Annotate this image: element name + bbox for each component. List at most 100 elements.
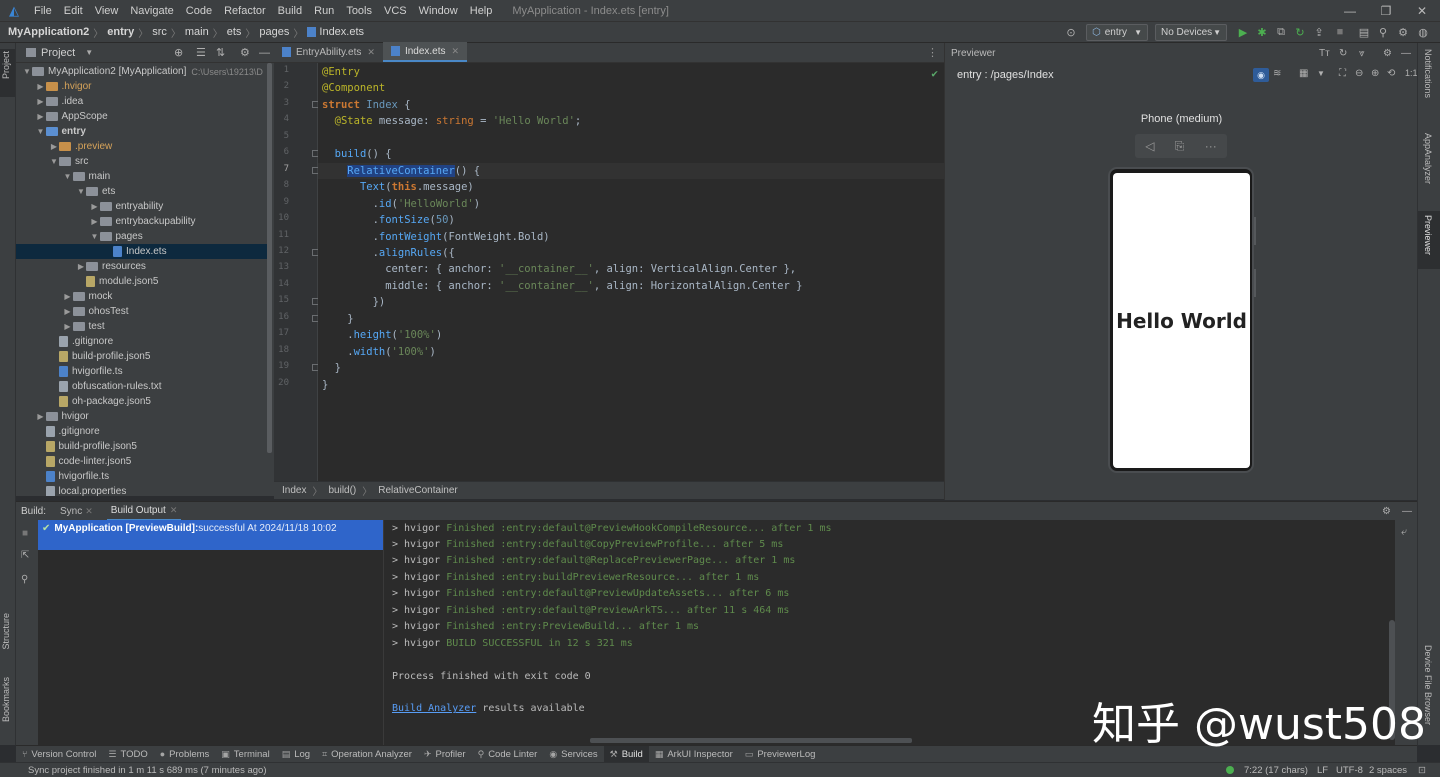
stop-build-icon[interactable]: ■: [22, 528, 28, 539]
phone-screen[interactable]: Hello World: [1113, 173, 1250, 468]
breadcrumb-pages[interactable]: pages: [259, 26, 289, 38]
stop-icon[interactable]: ■: [1331, 24, 1349, 40]
build-analyzer-link[interactable]: Build Analyzer: [392, 703, 476, 714]
tab-entryability[interactable]: EntryAbility.ets ✕: [274, 42, 383, 62]
tree-folder[interactable]: ▶ test: [16, 319, 272, 334]
account-icon[interactable]: ◍: [1414, 24, 1432, 40]
code-line[interactable]: . height('100%'): [322, 327, 442, 343]
chevron-right-icon[interactable]: ▶: [49, 142, 59, 151]
code-line[interactable]: RelativeContainer() {: [318, 162, 944, 179]
breadcrumb-main[interactable]: main: [185, 26, 209, 38]
close-tab-icon[interactable]: ✕: [367, 47, 375, 58]
tool-log[interactable]: ▤ Log: [276, 746, 316, 763]
tree-folder[interactable]: ▶ entryability: [16, 199, 272, 214]
breadcrumb-file[interactable]: Index.ets: [319, 26, 364, 38]
filter-icon[interactable]: ⩔: [1359, 48, 1365, 59]
zoom-in-icon[interactable]: ⊕: [1371, 68, 1379, 79]
tree-file[interactable]: obfuscation-rules.txt: [16, 379, 272, 394]
chevron-right-icon[interactable]: ▶: [36, 412, 46, 421]
chevron-down-icon[interactable]: ▼: [76, 187, 86, 196]
tab-index[interactable]: Index.ets ✕: [382, 42, 468, 62]
menu-view[interactable]: View: [89, 5, 125, 17]
code-line[interactable]: @Component: [322, 80, 385, 96]
maximize-icon[interactable]: ❐: [1368, 0, 1404, 22]
code-line[interactable]: Text(this .message): [322, 179, 474, 195]
breadcrumb-src[interactable]: src: [152, 26, 167, 38]
code-line[interactable]: }): [322, 294, 386, 310]
file-encoding[interactable]: UTF-8: [1336, 765, 1363, 776]
project-tool-button[interactable]: Project: [1, 51, 11, 79]
code-line[interactable]: build() {: [322, 146, 392, 162]
run-config-select[interactable]: ⬡ entry ▼: [1086, 24, 1148, 41]
text-size-icon[interactable]: Tт: [1319, 48, 1330, 59]
attach-debugger-icon[interactable]: ⧉: [1272, 24, 1290, 40]
search-icon[interactable]: ⚲: [1374, 24, 1392, 40]
tree-file[interactable]: build-profile.json5: [16, 349, 272, 364]
lock-icon[interactable]: ⊡: [1418, 765, 1426, 776]
tab-sync[interactable]: Sync: [60, 506, 82, 517]
bookmarks-tool-button[interactable]: Bookmarks: [1, 677, 11, 722]
tab-build-output[interactable]: Build Output ✕: [106, 502, 182, 521]
code-line[interactable]: }: [322, 360, 341, 376]
project-structure-icon[interactable]: ▤: [1355, 24, 1373, 40]
no-problems-icon[interactable]: ✔: [931, 67, 938, 80]
menu-help[interactable]: Help: [464, 5, 499, 17]
tool-operation-analyzer[interactable]: ⌗ Operation Analyzer: [316, 746, 418, 763]
preview-route[interactable]: entry : /pages/Index: [957, 69, 1054, 81]
tree-folder[interactable]: ▼ MyApplication2 [MyApplication] C:\Users\…: [16, 64, 272, 79]
caret-position[interactable]: 7:22 (17 chars): [1244, 765, 1308, 776]
more-icon[interactable]: ···: [1205, 139, 1217, 153]
notifications-tool-button[interactable]: Notifications: [1423, 49, 1433, 98]
breadcrumb-project[interactable]: MyApplication2: [8, 26, 89, 38]
fit-screen-icon[interactable]: ⛶: [1339, 68, 1346, 79]
menu-window[interactable]: Window: [413, 5, 464, 17]
output-horizontal-scrollbar[interactable]: [590, 738, 912, 743]
tree-folder[interactable]: ▼ entry: [16, 124, 272, 139]
tree-folder[interactable]: ▼ ets: [16, 184, 272, 199]
target-icon[interactable]: ⊙: [1062, 24, 1080, 40]
chevron-right-icon[interactable]: ▶: [63, 322, 73, 331]
tree-file[interactable]: local.properties: [16, 484, 272, 496]
code-line[interactable]: @State message: string = 'Hello World';: [322, 113, 582, 129]
line-separator[interactable]: LF: [1317, 765, 1328, 776]
chevron-down-icon[interactable]: ▼: [63, 172, 73, 181]
tree-folder[interactable]: ▶ ohosTest: [16, 304, 272, 319]
layers-icon[interactable]: ≋: [1273, 68, 1281, 79]
collapse-all-icon[interactable]: ☰: [196, 46, 206, 59]
project-scrollbar[interactable]: [267, 63, 272, 453]
chevron-right-icon[interactable]: ▶: [90, 202, 100, 211]
tool-build[interactable]: ⚒ Build: [603, 745, 649, 763]
chevron-right-icon[interactable]: ▶: [76, 262, 86, 271]
tool-todo[interactable]: ☰ TODO: [102, 746, 153, 763]
project-view-select[interactable]: Project: [41, 47, 75, 59]
tree-file[interactable]: code-linter.json5: [16, 454, 272, 469]
close-tab-icon[interactable]: ✕: [452, 46, 460, 57]
breadcrumb-component[interactable]: RelativeContainer: [378, 485, 458, 496]
rotate-icon[interactable]: ⟲: [1387, 68, 1395, 79]
tree-file[interactable]: build-profile.json5: [16, 439, 272, 454]
appanalyzer-tool-button[interactable]: AppAnalyzer: [1423, 133, 1433, 184]
apply-code-icon[interactable]: ⇪: [1310, 24, 1328, 40]
tool-code-linter[interactable]: ⚲ Code Linter: [472, 746, 544, 763]
build-settings-icon[interactable]: ⚙: [1382, 506, 1391, 517]
code-line[interactable]: . fontSize(50): [322, 212, 455, 228]
inspector-toggle-icon[interactable]: ◉: [1253, 68, 1269, 82]
tree-file[interactable]: Index.ets: [16, 244, 272, 259]
tool-previewerlog[interactable]: ▭ PreviewerLog: [739, 746, 822, 763]
zoom-out-icon[interactable]: ⊖: [1355, 68, 1363, 79]
tool-profiler[interactable]: ✈ Profiler: [418, 746, 472, 763]
chevron-down-icon[interactable]: ▼: [49, 157, 59, 166]
tree-folder[interactable]: ▼ src: [16, 154, 272, 169]
code-line[interactable]: . id('HelloWorld'): [322, 196, 481, 212]
tool-arkui-inspector[interactable]: ▦ ArkUI Inspector: [649, 746, 739, 763]
breadcrumb-struct[interactable]: Index: [282, 485, 306, 496]
breadcrumb-entry[interactable]: entry: [107, 26, 134, 38]
hide-build-icon[interactable]: —: [1402, 506, 1412, 517]
chevron-right-icon[interactable]: ▶: [63, 307, 73, 316]
indent-setting[interactable]: 2 spaces: [1369, 765, 1407, 776]
tool-terminal[interactable]: ▣ Terminal: [215, 746, 275, 763]
actual-size-icon[interactable]: 1:1: [1405, 68, 1418, 78]
structure-tool-button[interactable]: Structure: [1, 613, 11, 650]
soft-wrap-icon[interactable]: ⤶: [1401, 526, 1407, 539]
run-icon[interactable]: ▶: [1234, 24, 1252, 40]
